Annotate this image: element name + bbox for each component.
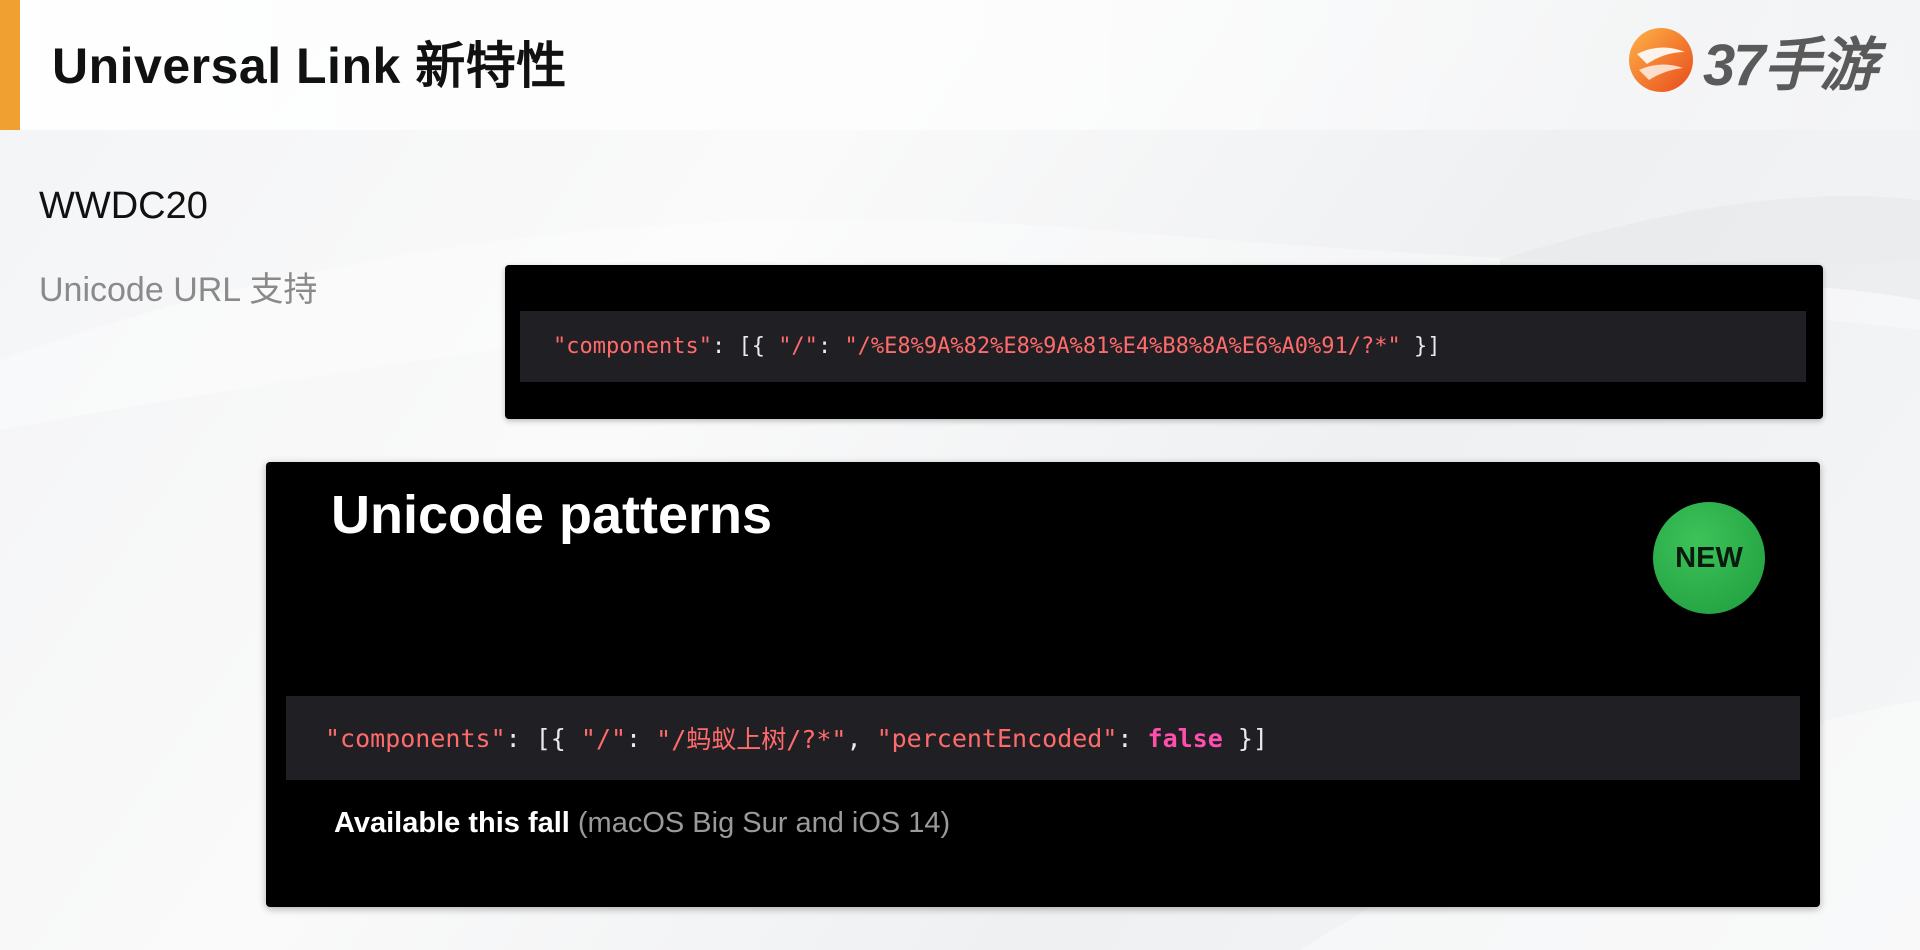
code-token-punct: : bbox=[1117, 723, 1148, 753]
code-token-punct: }] bbox=[1400, 334, 1441, 359]
unicode-patterns-card: Unicode patterns NEW "components" : [{ "… bbox=[266, 462, 1820, 907]
37-logo-mark-icon bbox=[1629, 28, 1693, 92]
availability-platform-text: (macOS Big Sur and iOS 14) bbox=[569, 807, 951, 839]
section-subtitle: Unicode URL 支持 bbox=[39, 271, 318, 309]
code-token-key: "components" bbox=[325, 723, 506, 753]
code-token-slash-key: "/" bbox=[580, 723, 627, 753]
new-badge: NEW bbox=[1653, 502, 1765, 614]
code-token-punct: : bbox=[626, 723, 657, 753]
code-token-punct: }] bbox=[1222, 723, 1268, 753]
encoded-url-code-card: "components" : [{ "/" : "/%E8%9A%82%E8%9… bbox=[505, 265, 1823, 419]
code-token-punct: : [{ bbox=[505, 723, 581, 753]
brand-logo: 37手游 bbox=[1625, 22, 1878, 98]
code-token-punct: : bbox=[817, 334, 845, 359]
code-token-encoded-path: "/%E8%9A%82%E8%9A%81%E4%B8%8A%E6%A0%91/?… bbox=[844, 334, 1401, 359]
encoded-url-code-line: "components" : [{ "/" : "/%E8%9A%82%E8%9… bbox=[520, 311, 1806, 382]
card-heading: Unicode patterns bbox=[331, 485, 773, 545]
code-token-punct: : [{ bbox=[711, 334, 779, 359]
unicode-pattern-code-line: "components" : [{ "/" : "/蚂蚁上树/?*" , "pe… bbox=[286, 696, 1800, 780]
code-token-key: "components" bbox=[553, 334, 712, 359]
availability-note: Available this fall (macOS Big Sur and i… bbox=[334, 807, 950, 840]
section-label: WWDC20 bbox=[39, 185, 208, 227]
code-token-percent-encoded-key: "percentEncoded" bbox=[876, 723, 1118, 753]
title-accent-bar bbox=[0, 0, 20, 130]
code-token-slash-key: "/" bbox=[778, 334, 818, 359]
slide-title: Universal Link 新特性 bbox=[52, 38, 567, 94]
code-token-false-keyword: false bbox=[1147, 723, 1223, 753]
logo-text: 37手游 bbox=[1703, 33, 1878, 98]
code-token-punct: , bbox=[846, 723, 877, 753]
code-token-unicode-path: "/蚂蚁上树/?*" bbox=[656, 725, 847, 754]
availability-main-text: Available this fall bbox=[334, 807, 570, 839]
